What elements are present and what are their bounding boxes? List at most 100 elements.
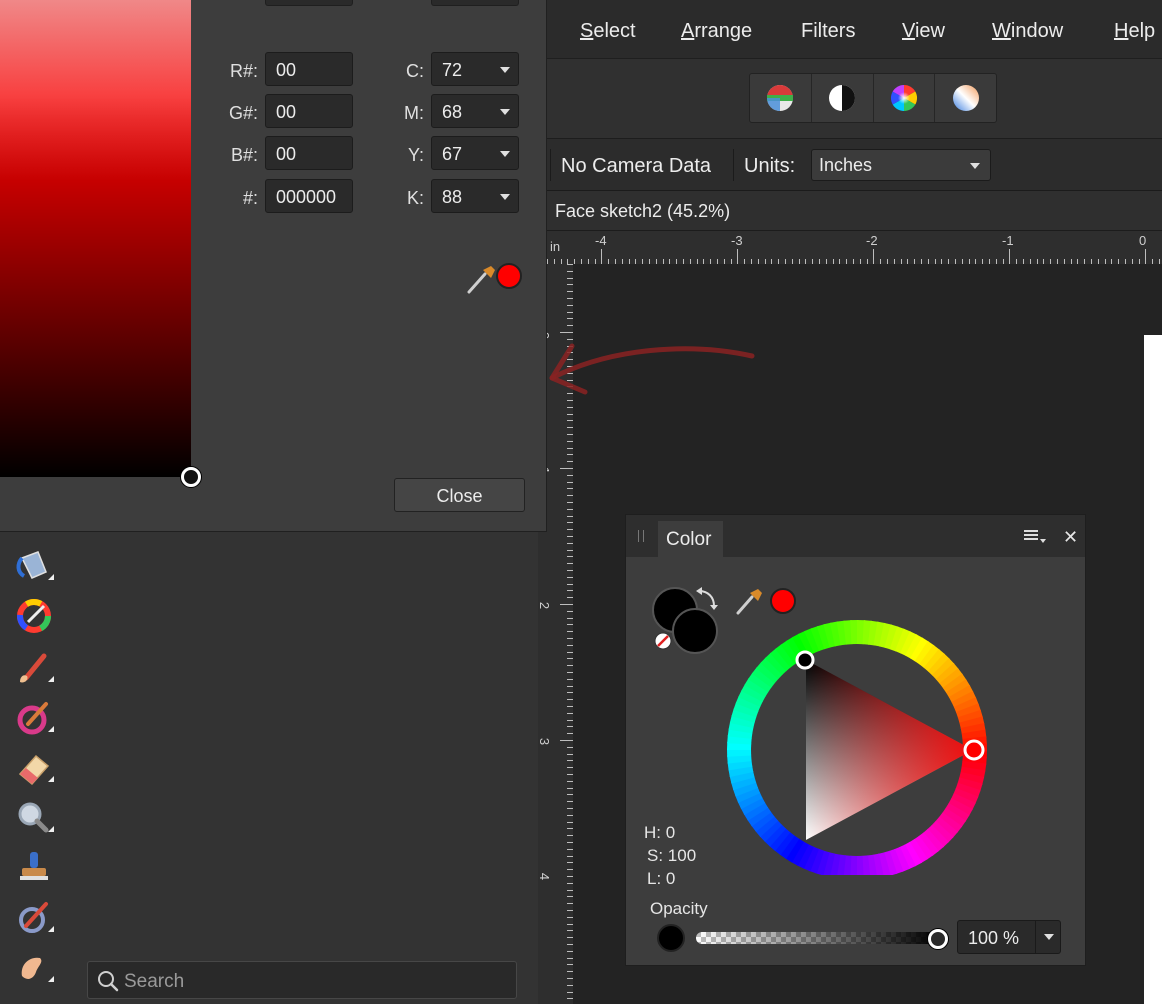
tool-eraser[interactable] [14,748,54,788]
secondary-color-swatch[interactable] [672,608,718,654]
toolbar [547,58,1162,138]
menu-select[interactable]: Select [580,20,636,43]
color-chooser-dialog: R#: 00 G#: 00 B#: 00 #: 000000 C: 72 M: … [0,0,547,532]
hue-handle[interactable] [963,739,985,761]
blue-label: B#: [230,145,258,165]
panel-menu-icon[interactable] [1024,529,1048,545]
paint-brush-icon [20,653,54,683]
magenta-value: 68 [442,102,463,122]
chevron-down-icon[interactable] [500,151,510,157]
units-label: Units: [744,155,796,177]
gradient-sphere-persona-icon [952,85,979,111]
opacity-swatch [657,924,685,952]
menu-window-mnemonic: W [992,20,1011,42]
develop-persona-icon [767,85,794,111]
units-value: Inches [819,155,873,175]
opacity-slider[interactable] [696,932,939,944]
tool-color-picker[interactable] [14,596,54,636]
menu-help[interactable]: Help [1114,20,1155,43]
opacity-label: Opacity [650,899,708,918]
panel-grip-handle[interactable] [638,530,644,542]
magenta-input[interactable]: 68 [431,94,519,128]
menu-select-mnemonic: S [580,20,594,42]
color-wheel-area [652,587,987,875]
chevron-down-icon [1044,934,1054,940]
develop-persona-button[interactable] [750,74,812,122]
eyedropper-icon [467,263,522,294]
search-input[interactable]: Search [87,961,517,999]
menu-arrange[interactable]: Arrange [681,20,752,43]
color-saturation-square[interactable] [0,0,191,477]
blue-input[interactable]: 00 [265,136,353,170]
hex-input[interactable]: 000000 [265,179,353,213]
persona-group [749,73,997,123]
tool-fill[interactable] [14,546,54,586]
units-dropdown[interactable]: Inches [811,149,991,181]
green-label: G#: [228,103,258,123]
fill-bucket-icon [16,551,54,580]
color-panel: Color ✕ H: 0 S: 100 L: 0 Opacity 100 % [625,514,1086,966]
dialog-color-picker[interactable] [465,262,527,301]
context-separator [550,149,551,181]
hidden-field-stub [265,0,353,6]
horizontal-ruler[interactable]: in -4 -3 -2 -1 0 [547,230,1162,265]
yellow-value: 67 [442,144,463,164]
gradient-sphere-persona-button[interactable] [935,74,996,122]
panel-picker-swatch [770,588,796,614]
color-square-handle[interactable] [181,467,201,487]
yellow-input[interactable]: 67 [431,136,519,170]
tool-paint-brush[interactable] [14,648,54,688]
black-input[interactable]: 88 [431,179,519,213]
swap-colors-icon[interactable] [696,587,718,610]
saturation-readout: S: 100 [647,846,697,865]
chevron-down-icon [970,163,980,169]
document-tab[interactable]: Face sketch2 (45.2%) [547,190,1162,230]
menu-view-mnemonic: V [902,20,915,42]
close-icon[interactable]: ✕ [1063,527,1078,548]
color-wheel-persona-button[interactable] [874,74,936,122]
black-value: 88 [442,187,463,207]
color-wheel-persona-icon [890,84,917,112]
hidden-field-stub [431,0,519,6]
menu-window-label: indow [1010,20,1064,42]
menu-filters[interactable]: Filters [801,20,855,43]
menu-view[interactable]: View [902,20,945,43]
color-replace-brush-icon [17,702,54,735]
luminosity-readout: L: 0 [647,869,676,888]
menu-filters-label: Filters [801,20,856,42]
tools-panel [0,532,538,1004]
opacity-dropdown[interactable] [1035,920,1061,954]
triangle-handle[interactable] [795,650,815,670]
tone-mapping-persona-button[interactable] [812,74,874,122]
tool-clone-stamp[interactable] [14,848,54,888]
menu-view-label: iew [914,20,945,42]
menu-help-label: elp [1128,20,1156,42]
tool-zoom[interactable] [14,798,54,838]
eraser-icon [18,754,54,786]
close-button[interactable]: Close [394,478,525,512]
panel-eyedropper[interactable] [736,588,796,615]
menu-arrange-label: rrange [694,20,753,42]
opacity-slider-handle[interactable] [928,929,948,949]
chevron-down-icon[interactable] [500,109,510,115]
black-label: K: [406,188,424,208]
color-picker-tool-icon [17,599,51,633]
chevron-down-icon[interactable] [500,194,510,200]
context-toolbar: No Camera Data Units: Inches [547,138,1162,190]
chevron-down-icon[interactable] [500,67,510,73]
no-color-icon[interactable] [654,632,672,650]
cyan-value: 72 [442,60,463,80]
document-page[interactable] [1144,335,1162,1004]
tool-healing-brush[interactable] [14,898,54,938]
cyan-input[interactable]: 72 [431,52,519,86]
menu-arrange-mnemonic: A [681,20,695,42]
tool-smudge[interactable] [14,948,54,988]
dialog-picker-swatch [496,263,522,289]
green-input[interactable]: 00 [265,94,353,128]
tool-color-replace-brush[interactable] [14,698,54,738]
color-tab[interactable]: Color [658,521,723,557]
menubar: Select Arrange Filters View Window Help [547,0,1162,58]
menu-window[interactable]: Window [992,20,1063,43]
red-input[interactable]: 00 [265,52,353,86]
context-separator [733,149,734,181]
